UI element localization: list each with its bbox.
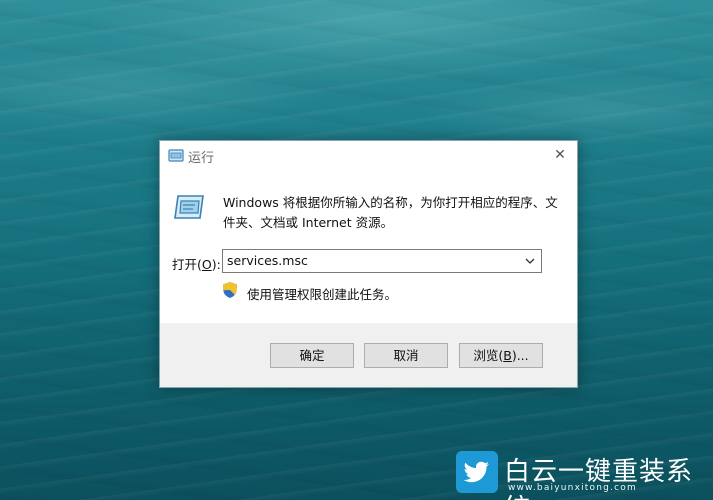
uac-shield-icon xyxy=(223,282,237,298)
title-bar[interactable]: 运行 ✕ xyxy=(160,141,577,171)
browse-button[interactable]: 浏览(B)... xyxy=(459,343,543,368)
admin-notice: 使用管理权限创建此任务。 xyxy=(247,287,398,302)
watermark: 白云一键重装系统 www.baiyunxitong.com xyxy=(456,451,706,500)
watermark-url: www.baiyunxitong.com xyxy=(508,483,637,493)
twitter-bird-icon xyxy=(456,451,498,493)
open-input[interactable]: services.msc xyxy=(227,253,308,268)
dialog-description: Windows 将根据你所输入的名称，为你打开相应的程序、文件夹、文档或 Int… xyxy=(223,195,558,230)
open-label: 打开(O): xyxy=(172,257,221,272)
run-icon xyxy=(168,149,184,162)
dialog-title: 运行 xyxy=(188,151,215,166)
button-bar: 确定 取消 浏览(B)... xyxy=(160,323,577,387)
cancel-button[interactable]: 取消 xyxy=(364,343,448,368)
chevron-down-icon[interactable] xyxy=(524,255,536,267)
close-button[interactable]: ✕ xyxy=(543,141,577,169)
ok-button[interactable]: 确定 xyxy=(270,343,354,368)
open-combobox[interactable]: services.msc xyxy=(222,249,542,273)
run-dialog: 运行 ✕ Windows 将根据你所输入的名称，为你打开相应的程序、文件夹、文档… xyxy=(159,140,578,388)
run-icon xyxy=(174,195,204,219)
